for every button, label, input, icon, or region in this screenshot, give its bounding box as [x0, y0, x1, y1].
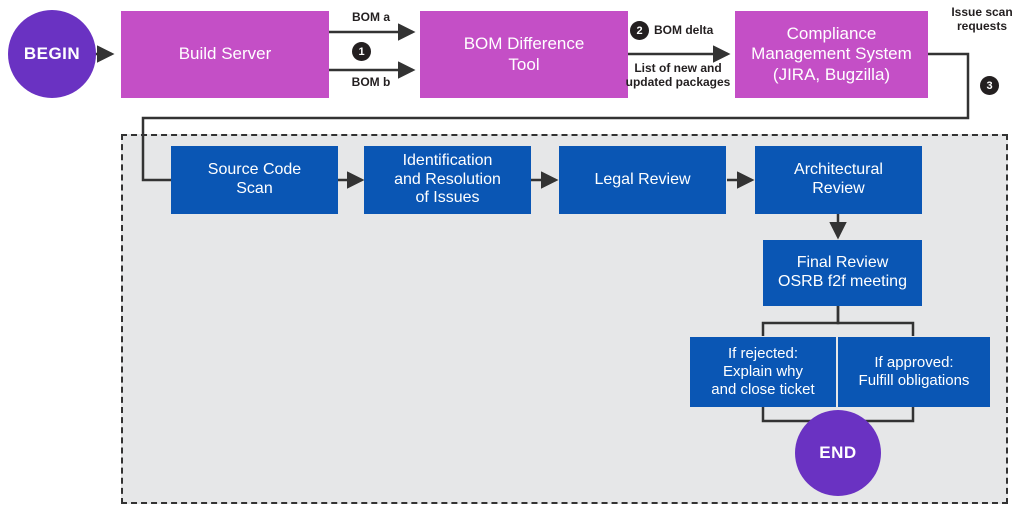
label-bom-a: BOM a	[351, 10, 390, 24]
bom-difference-tool-label: BOM Difference Tool	[463, 34, 585, 74]
legal-review-label: Legal Review	[594, 170, 691, 188]
label-issue-scan-requests: Issue scan requests	[951, 5, 1013, 33]
node-final-review[interactable]: Final Review OSRB f2f meeting	[763, 240, 922, 306]
compliance-management-system-label: Compliance Management System (JIRA, Bugz…	[751, 24, 912, 84]
step-badge-2: 2	[630, 21, 649, 40]
begin-label: BEGIN	[23, 43, 81, 63]
if-rejected-label: If rejected: Explain why and close ticke…	[711, 345, 815, 398]
node-legal-review[interactable]: Legal Review	[559, 146, 726, 214]
label-bom-b: BOM b	[351, 75, 391, 89]
if-approved-label: If approved: Fulfill obligations	[858, 354, 970, 389]
build-server-label: Build Server	[178, 44, 272, 64]
step-badge-3: 3	[980, 76, 999, 95]
begin-terminator[interactable]: BEGIN	[8, 10, 96, 98]
node-if-rejected[interactable]: If rejected: Explain why and close ticke…	[690, 337, 836, 407]
end-terminator[interactable]: END	[795, 410, 881, 496]
source-code-scan-label: Source Code Scan	[207, 161, 302, 197]
node-compliance-management-system[interactable]: Compliance Management System (JIRA, Bugz…	[735, 11, 928, 98]
node-identification-resolution[interactable]: Identification and Resolution of Issues	[364, 146, 531, 214]
flowchart-canvas: BEGIN Build Server BOM Difference Tool C…	[0, 0, 1024, 513]
step-badge-1: 1	[352, 42, 371, 61]
label-list-new-updated: List of new and updated packages	[625, 61, 731, 89]
node-architectural-review[interactable]: Architectural Review	[755, 146, 922, 214]
final-review-label: Final Review OSRB f2f meeting	[778, 254, 907, 290]
node-build-server[interactable]: Build Server	[121, 11, 329, 98]
end-label: END	[819, 442, 857, 462]
label-bom-delta: BOM delta	[654, 23, 714, 37]
node-source-code-scan[interactable]: Source Code Scan	[171, 146, 338, 214]
node-if-approved[interactable]: If approved: Fulfill obligations	[838, 337, 990, 407]
node-bom-difference-tool[interactable]: BOM Difference Tool	[420, 11, 628, 98]
identification-resolution-label: Identification and Resolution of Issues	[394, 151, 501, 207]
architectural-review-label: Architectural Review	[794, 161, 883, 197]
